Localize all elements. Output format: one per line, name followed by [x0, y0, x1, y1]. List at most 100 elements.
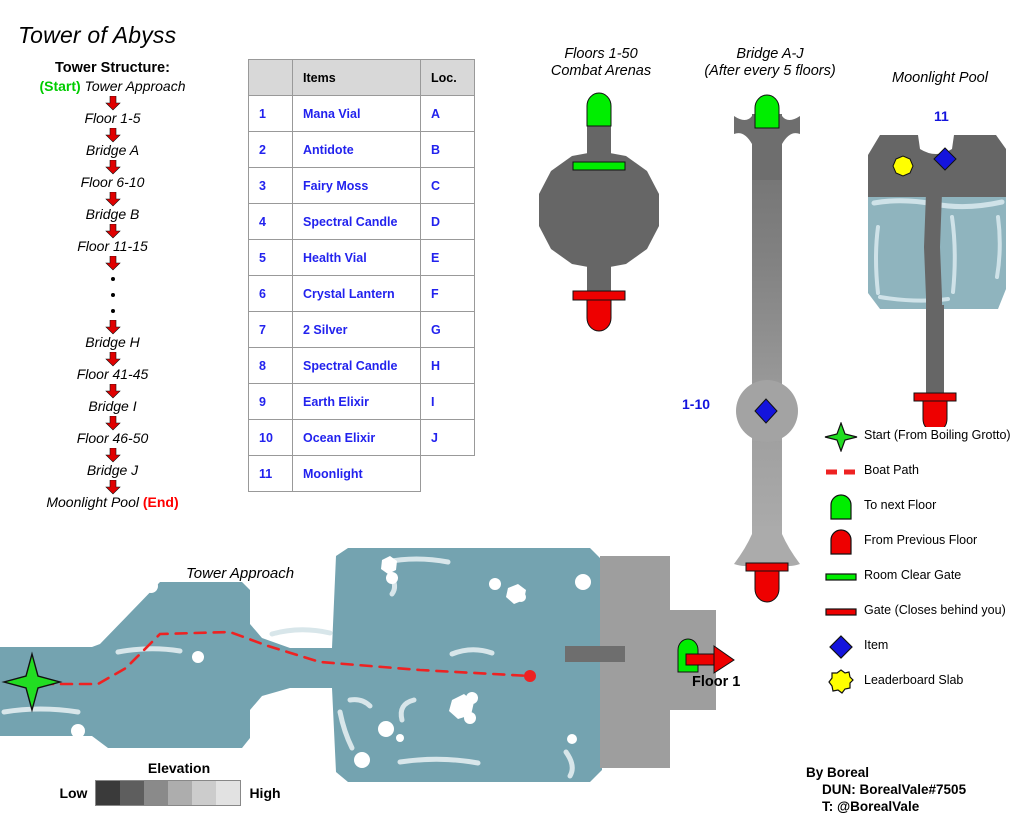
tower-structure-row-end: Moonlight Pool (End) — [0, 495, 225, 511]
table-row: 5 Health Vial E — [248, 239, 475, 276]
legend-label: To next Floor — [864, 498, 937, 512]
flow-arrow-icon — [0, 159, 225, 175]
cell-number: 9 — [248, 383, 293, 420]
tower-structure-heading: Tower Structure: — [55, 60, 170, 76]
elevation-swatch — [216, 781, 241, 805]
cell-loc: A — [420, 95, 475, 132]
tower-structure-row: Bridge I — [0, 399, 225, 415]
legend-label: From Previous Floor — [864, 533, 978, 547]
flow-arrow-icon — [0, 415, 225, 431]
ellipsis-dot — [0, 287, 225, 303]
table-row: 10 Ocean Elixir J — [248, 419, 475, 456]
pool-shape — [868, 135, 1006, 427]
red-gate-bar-icon — [818, 599, 864, 625]
flow-arrow-icon — [0, 319, 225, 335]
cell-number: 2 — [248, 131, 293, 168]
tower-structure-label: Floor 41-45 — [76, 366, 149, 382]
tower-structure-row: Floor 11-15 — [0, 239, 225, 255]
red-arch-icon — [818, 529, 864, 555]
cell-loc: J — [420, 419, 475, 456]
table-row: 9 Earth Elixir I — [248, 383, 475, 420]
flow-arrow-icon — [0, 255, 225, 271]
cell-item: Spectral Candle — [292, 347, 421, 384]
flow-arrow-icon — [0, 479, 225, 495]
bridge-caption: Bridge A-J (After every 5 floors) — [684, 46, 856, 80]
flow-arrow-icon — [0, 383, 225, 399]
table-row: 8 Spectral Candle H — [248, 347, 475, 384]
elevation-swatch — [96, 781, 121, 805]
cell-number: 11 — [248, 455, 293, 492]
credits-block: By Boreal DUN: BorealVale#7505 T: @Borea… — [806, 764, 966, 815]
elevation-low-label: Low — [59, 785, 88, 801]
map-legend: Start (From Boiling Grotto) Boat Path To… — [818, 422, 1024, 704]
bridge-caption-line1: Bridge A-J — [736, 46, 804, 62]
cell-loc: H — [420, 347, 475, 384]
red-dashed-line-icon — [818, 459, 864, 485]
tower-structure-label: Floor 6-10 — [80, 174, 145, 190]
cell-item: Antidote — [292, 131, 421, 168]
cell-item: Health Vial — [292, 239, 421, 276]
start-tag: (Start) — [39, 78, 81, 94]
tower-structure-label: Bridge A — [85, 142, 140, 158]
tower-structure-label: Bridge I — [88, 398, 137, 414]
cell-item: Ocean Elixir — [292, 419, 421, 456]
elevation-swatches — [95, 780, 242, 806]
column-header-number — [248, 59, 293, 96]
blue-diamond-icon — [818, 634, 864, 660]
elevation-swatch — [168, 781, 193, 805]
cell-loc: C — [420, 167, 475, 204]
legend-label: Gate (Closes behind you) — [864, 603, 1006, 617]
cell-loc: I — [420, 383, 475, 420]
cell-item: 2 Silver — [292, 311, 421, 348]
cell-loc: B — [420, 131, 475, 168]
elevation-swatch — [144, 781, 169, 805]
arena-caption-line1: Floors 1-50 — [564, 46, 638, 62]
arena-caption: Floors 1-50 Combat Arenas — [516, 46, 686, 80]
cell-number: 10 — [248, 419, 293, 456]
tower-structure-label: Moonlight Pool — [46, 494, 139, 510]
flow-arrow-icon — [0, 191, 225, 207]
elevation-legend: Elevation Low High — [55, 760, 285, 806]
cell-number: 3 — [248, 167, 293, 204]
table-row: 72 Silver G — [248, 311, 475, 348]
legend-item-boat-path: Boat Path — [818, 459, 1024, 485]
end-tag: (End) — [142, 494, 179, 510]
table-row: 6 Crystal Lantern F — [248, 275, 475, 312]
flow-arrow-icon — [0, 447, 225, 463]
tower-structure-panel: Tower Structure: (Start) Tower Approach … — [0, 60, 225, 511]
tower-structure-label: Bridge H — [85, 334, 140, 350]
tower-structure-label: Floor 1-5 — [84, 110, 141, 126]
green-four-point-star-icon — [818, 422, 864, 452]
cell-number: 1 — [248, 95, 293, 132]
cell-number: 5 — [248, 239, 293, 276]
cell-loc: E — [420, 239, 475, 276]
tower-approach-label: Tower Approach — [186, 565, 295, 582]
pool-caption: Moonlight Pool — [892, 70, 988, 86]
elevation-swatch — [192, 781, 217, 805]
column-header-items: Items — [292, 59, 421, 96]
tower-structure-label: Tower Approach — [84, 78, 186, 94]
legend-item-item: Item — [818, 634, 1024, 660]
cell-loc: G — [420, 311, 475, 348]
green-gate-bar-icon — [818, 564, 864, 590]
cell-number: 4 — [248, 203, 293, 240]
flow-arrow-icon — [0, 127, 225, 143]
cell-item: Crystal Lantern — [292, 275, 421, 312]
pool-item-label: 11 — [934, 108, 949, 124]
tower-structure-row: Bridge A — [0, 143, 225, 159]
credits-author: By Boreal — [806, 765, 870, 780]
legend-item-next-floor: To next Floor — [818, 494, 1024, 520]
table-row: 1 Mana Vial A — [248, 95, 475, 132]
elevation-title: Elevation — [147, 760, 211, 776]
cell-number: 7 — [248, 311, 293, 348]
tower-structure-row: Floor 41-45 — [0, 367, 225, 383]
ellipsis-dot — [0, 271, 225, 287]
tower-structure-label: Bridge B — [85, 206, 140, 222]
yellow-starburst-icon — [818, 669, 864, 695]
credits-twitter: T: @BorealVale — [822, 799, 920, 814]
legend-item-previous-floor: From Previous Floor — [818, 529, 1024, 555]
column-header-loc: Loc. — [420, 59, 475, 96]
ellipsis-dot — [0, 303, 225, 319]
elevation-swatch — [120, 781, 145, 805]
bridge-item-label: 1-10 — [682, 396, 711, 412]
